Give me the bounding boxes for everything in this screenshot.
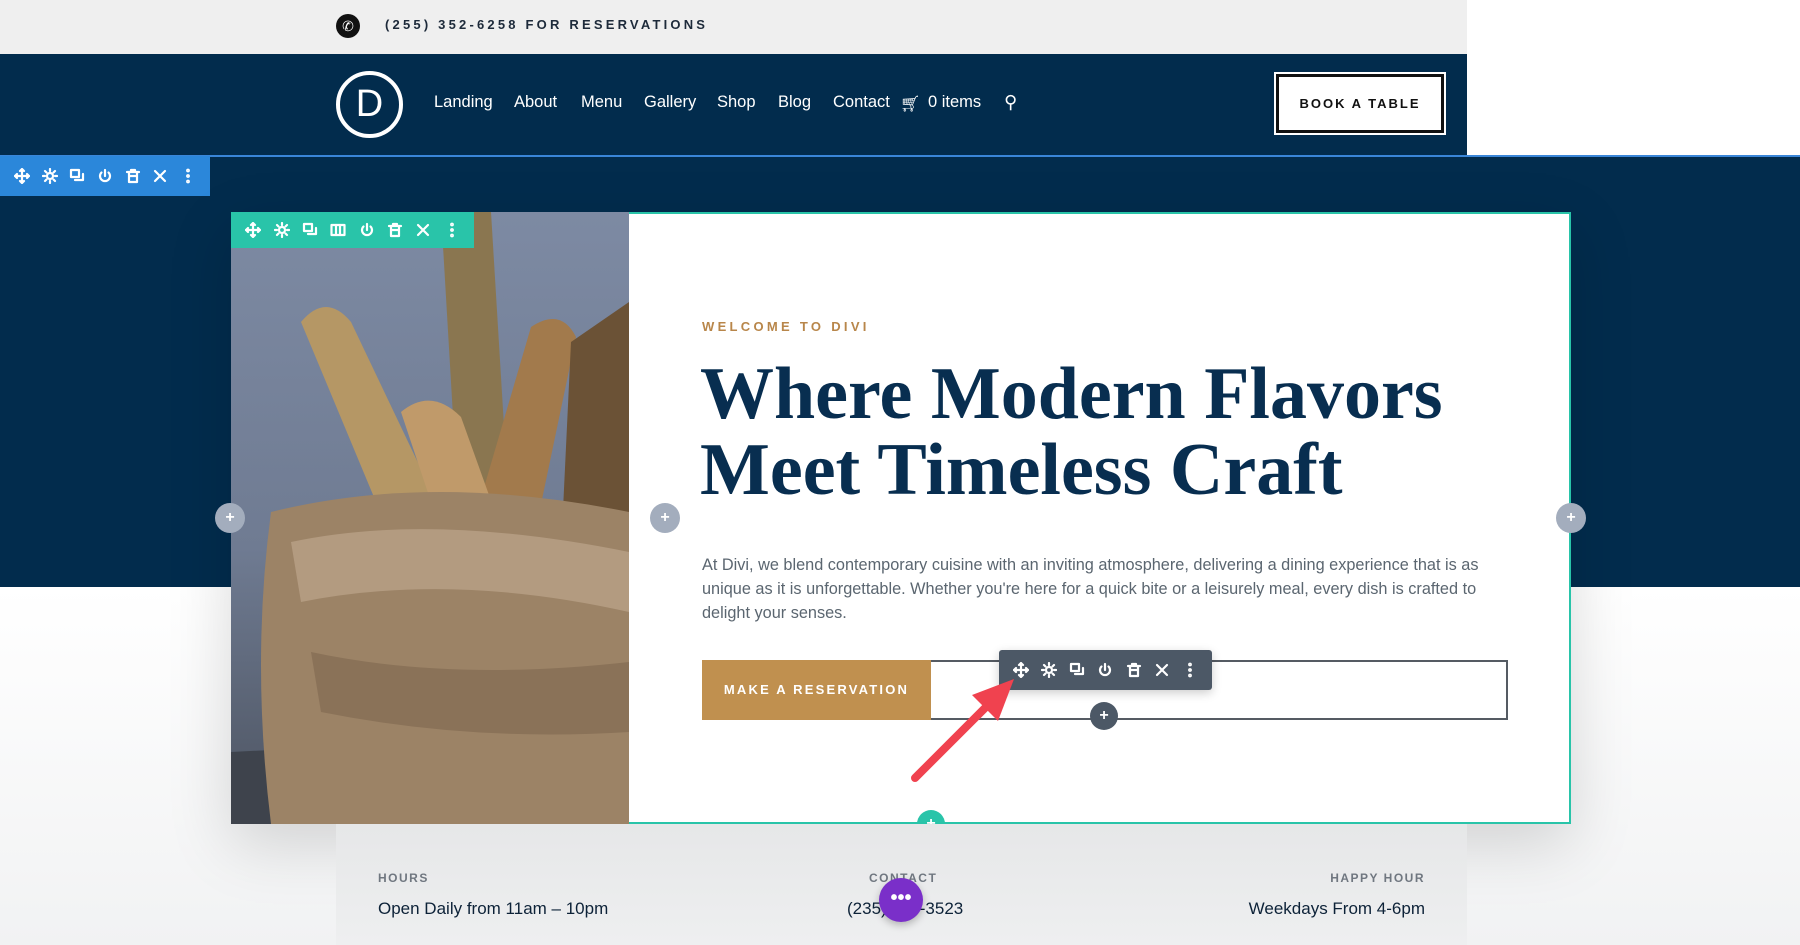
book-a-table-button[interactable]: BOOK A TABLE — [1274, 72, 1446, 135]
close-icon[interactable] — [1154, 662, 1170, 678]
make-reservation-button[interactable]: MAKE A RESERVATION — [702, 660, 931, 720]
nav-about[interactable]: About — [514, 93, 557, 112]
more-icon[interactable] — [180, 168, 196, 184]
power-icon[interactable] — [1097, 662, 1113, 678]
heading-line-2: Meet Timeless Craft — [700, 429, 1343, 511]
more-icon[interactable] — [444, 222, 460, 238]
site-logo[interactable]: D — [336, 71, 403, 138]
trash-icon[interactable] — [125, 168, 141, 184]
happy-hour-label: HAPPY HOUR — [1330, 871, 1425, 885]
duplicate-icon[interactable] — [69, 168, 85, 184]
red-arrow-annotation — [911, 679, 1014, 782]
column-toolbar — [231, 212, 474, 248]
nav-contact[interactable]: Contact — [833, 93, 890, 112]
cart-items[interactable]: 0 items — [928, 93, 981, 112]
add-column-right-button[interactable]: + — [1556, 503, 1586, 533]
gear-icon[interactable] — [274, 222, 290, 238]
move-icon[interactable] — [14, 168, 30, 184]
canvas-background — [1467, 0, 1800, 155]
columns-icon[interactable] — [330, 222, 346, 238]
phone-icon: ✆ — [336, 14, 360, 38]
nav-landing[interactable]: Landing — [434, 93, 493, 112]
add-module-button[interactable]: + — [1090, 702, 1118, 730]
close-icon[interactable] — [152, 168, 168, 184]
happy-hour-value: Weekdays From 4-6pm — [1248, 899, 1425, 918]
nav-shop[interactable]: Shop — [717, 93, 756, 112]
cart-icon[interactable]: 🛒︎ — [900, 94, 920, 114]
hero-heading: Where Modern Flavors Meet Timeless Craft — [700, 356, 1520, 508]
move-icon[interactable] — [245, 222, 261, 238]
duplicate-icon[interactable] — [302, 222, 318, 238]
gear-icon[interactable] — [42, 168, 58, 184]
builder-menu-button[interactable]: ••• — [879, 878, 923, 922]
gear-icon[interactable] — [1041, 662, 1057, 678]
nav-gallery[interactable]: Gallery — [644, 93, 696, 112]
trash-icon[interactable] — [1126, 662, 1142, 678]
reservation-phone: (255) 352-6258 FOR RESERVATIONS — [385, 17, 709, 32]
power-icon[interactable] — [97, 168, 113, 184]
close-icon[interactable] — [415, 222, 431, 238]
power-icon[interactable] — [359, 222, 375, 238]
add-column-middle-button[interactable]: + — [650, 503, 680, 533]
top-bar — [0, 0, 1467, 54]
module-toolbar — [999, 650, 1212, 690]
heading-line-1: Where Modern Flavors — [700, 353, 1443, 435]
section-toolbar — [0, 156, 210, 196]
hours-label: HOURS — [378, 871, 429, 885]
search-icon[interactable]: ⚲ — [1004, 92, 1017, 113]
more-icon[interactable] — [1182, 662, 1198, 678]
nav-blog[interactable]: Blog — [778, 93, 811, 112]
duplicate-icon[interactable] — [1069, 662, 1085, 678]
eyebrow-text: WELCOME TO DIVI — [702, 319, 870, 334]
hours-value: Open Daily from 11am – 10pm — [378, 899, 609, 918]
add-column-left-button[interactable]: + — [215, 503, 245, 533]
hero-body: At Divi, we blend contemporary cuisine w… — [702, 556, 1479, 622]
nav-menu[interactable]: Menu — [581, 93, 622, 112]
trash-icon[interactable] — [387, 222, 403, 238]
breadsticks-image — [231, 212, 629, 824]
